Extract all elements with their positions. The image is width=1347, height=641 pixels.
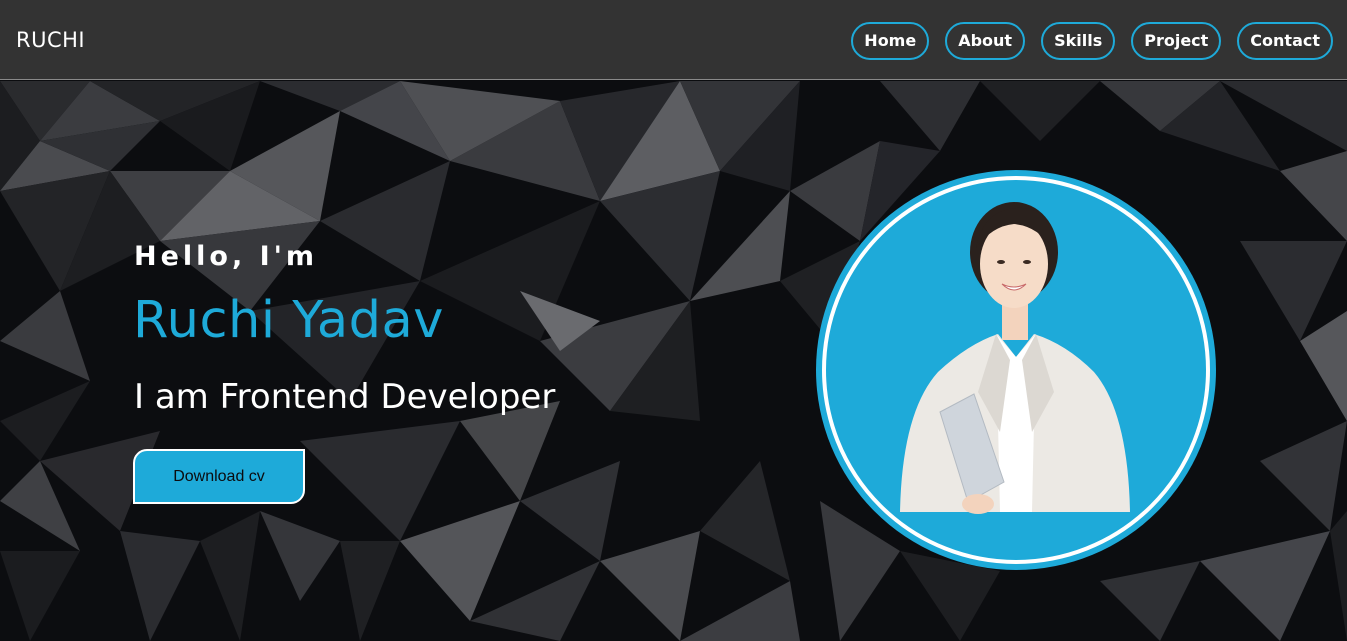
download-cv-button[interactable]: Download cv bbox=[133, 449, 305, 504]
profile-person-icon bbox=[828, 182, 1204, 558]
nav-link-about[interactable]: About bbox=[945, 22, 1026, 60]
hero-role: I am Frontend Developer bbox=[134, 377, 556, 417]
hero-section: Hello, I'm Ruchi Yadav I am Frontend Dev… bbox=[0, 81, 1347, 641]
hero-greeting: Hello, I'm bbox=[134, 241, 319, 272]
nav-links: Home About Skills Project Contact bbox=[851, 22, 1333, 60]
navbar: RUCHI Home About Skills Project Contact bbox=[0, 0, 1347, 80]
hero-name: Ruchi Yadav bbox=[133, 291, 444, 350]
nav-link-skills[interactable]: Skills bbox=[1041, 22, 1116, 60]
nav-link-contact[interactable]: Contact bbox=[1237, 22, 1333, 60]
nav-link-project[interactable]: Project bbox=[1131, 22, 1222, 60]
avatar bbox=[816, 170, 1216, 570]
nav-link-home[interactable]: Home bbox=[851, 22, 930, 60]
brand-logo[interactable]: RUCHI bbox=[16, 28, 85, 52]
profile-photo bbox=[828, 182, 1204, 558]
